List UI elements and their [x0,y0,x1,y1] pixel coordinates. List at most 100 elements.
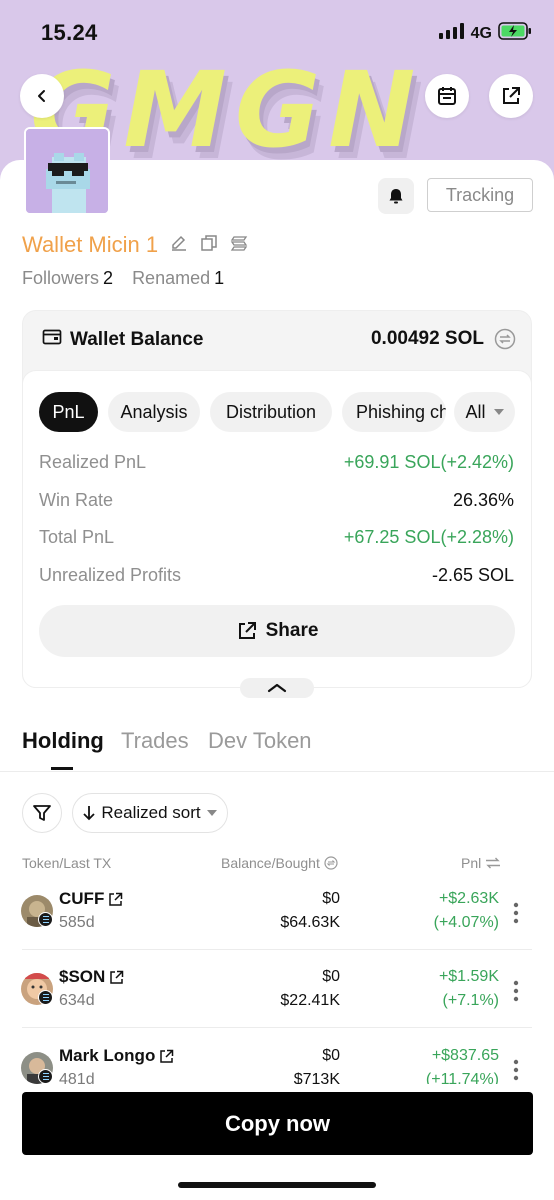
col-pnl-label: Pnl [461,855,482,871]
token-pnl-percent: (+7.1%) [442,992,499,1009]
token-bought: $22.41K [280,992,340,1009]
solana-badge-icon [38,990,53,1005]
status-bar: 15.24 4G [0,0,554,64]
stat-unrealized-value: -2.65 SOL [431,565,514,585]
col-token: Token/Last TX [22,855,112,871]
external-link-icon [503,87,520,104]
more-icon[interactable] [510,1059,522,1086]
stat-total-label: Total PnL [39,527,115,547]
chevron-left-icon [38,90,45,102]
notify-button[interactable] [378,178,414,214]
external-link-icon [160,1049,174,1063]
tracking-button[interactable]: Tracking [427,178,533,212]
wallet-icon [42,328,62,352]
row-divider [22,1027,532,1028]
sort-label: Realized sort [101,803,201,822]
token-pnl: +$837.65 [431,1047,499,1064]
chip-distribution[interactable]: Distribution [210,392,332,432]
token-balance: $0 [322,1047,340,1064]
external-link-button[interactable] [489,74,533,118]
more-icon[interactable] [510,902,522,929]
col-balance: Balance/Bought [221,855,338,871]
solana-badge-icon [38,1069,53,1084]
status-indicators: 4G [438,22,532,45]
share-label: Share [265,620,319,641]
sort-toggle-icon [486,857,501,869]
share-button[interactable]: Share [39,605,515,657]
stat-realized-label: Realized PnL [39,452,147,472]
battery-icon [498,22,532,45]
col-pnl: Pnl [461,855,501,871]
wallet-balance-label: Wallet Balance [70,329,204,350]
arrow-down-icon [83,806,96,821]
token-pnl-percent: (+4.07%) [433,914,499,931]
tab-trades[interactable]: Trades [121,728,189,754]
col-balance-label: Balance/Bought [221,855,320,871]
token-balance: $0 [322,968,340,985]
chip-analysis[interactable]: Analysis [108,392,200,432]
swap-icon [324,856,338,870]
sort-button[interactable]: Realized sort [72,793,228,833]
network-type: 4G [470,24,492,42]
followers-count: 2 [103,268,114,288]
copy-icon[interactable] [200,234,218,257]
filter-button[interactable] [22,793,62,833]
tab-dev-token[interactable]: Dev Token [208,728,312,754]
followers-row: Followers 2 Renamed 1 [22,268,224,289]
solana-icon [230,234,248,257]
wallet-name-row: Wallet Micin 1 [22,232,248,258]
token-name-text: CUFF [59,889,105,908]
chip-phishing[interactable]: Phishing ch [342,392,446,432]
token-age: 634d [59,992,95,1009]
chip-pnl[interactable]: PnL [39,392,98,432]
stat-winrate-value: 26.36% [452,490,514,510]
bell-icon [389,189,403,204]
calendar-icon [438,87,456,105]
token-name: $SON [59,967,124,987]
external-link-icon [110,970,124,984]
period-select[interactable]: All [454,392,515,432]
token-pnl: +$2.63K [438,890,499,907]
more-icon[interactable] [510,980,522,1007]
table-row[interactable]: $SON 634d $0 $22.41K +$1.59K (+7.1%) [0,958,554,1036]
caret-down-icon [206,810,217,816]
renamed-label: Renamed [132,268,211,288]
pixel-frog-image [26,129,108,213]
wallet-balance-title: Wallet Balance [42,328,203,352]
collapse-toggle[interactable] [240,678,314,698]
refresh-icon[interactable] [494,328,516,355]
wallet-name: Wallet Micin 1 [22,232,159,257]
followers-label: Followers [22,268,100,288]
token-name: CUFF [59,889,123,909]
stat-winrate-label: Win Rate [39,490,114,510]
copy-now-button[interactable]: Copy now [22,1092,533,1155]
active-tab-indicator [51,767,73,770]
calendar-button[interactable] [425,74,469,118]
token-name-text: $SON [59,967,106,986]
period-select-value: All [465,401,486,422]
signal-icon [438,23,465,44]
status-time: 15.24 [41,20,98,45]
renamed-count: 1 [214,268,225,288]
token-name: Mark Longo [59,1046,174,1066]
table-row[interactable]: CUFF 585d $0 $64.63K +$2.63K (+4.07%) [0,880,554,958]
tab-holding[interactable]: Holding [22,728,104,754]
stat-total-value: +67.25 SOL(+2.28%) [343,527,514,547]
solana-badge-icon [38,912,53,927]
external-link-icon [109,892,123,906]
wallet-balance-value: 0.00492 SOL [370,328,484,349]
stat-realized-value: +69.91 SOL(+2.42%) [343,452,514,472]
row-divider [22,949,532,950]
token-name-text: Mark Longo [59,1046,156,1065]
stat-unrealized-label: Unrealized Profits [39,565,182,585]
wallet-avatar [24,127,110,215]
filter-icon [33,805,51,821]
token-age: 585d [59,914,95,931]
tabs-divider [0,771,554,772]
back-button[interactable] [20,74,64,118]
token-balance: $0 [322,890,340,907]
home-indicator[interactable] [178,1182,376,1188]
chevron-up-icon [267,683,287,693]
share-icon [238,622,256,639]
edit-icon[interactable] [170,234,188,257]
